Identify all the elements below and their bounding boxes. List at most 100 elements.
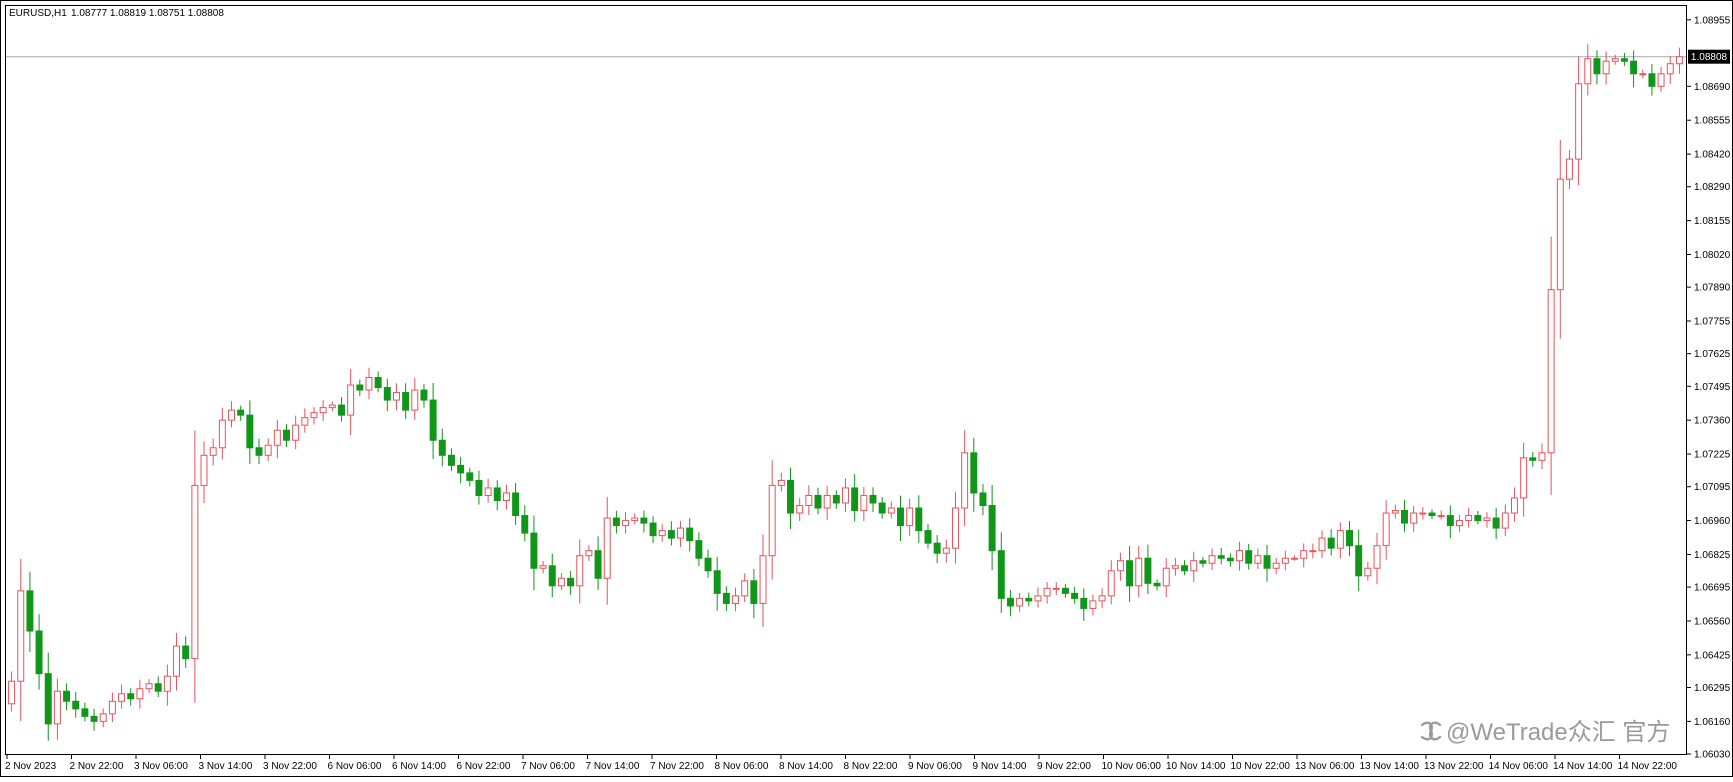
candle-body-up bbox=[1565, 158, 1573, 180]
candle-body-down bbox=[90, 715, 98, 722]
candle-body-down bbox=[548, 565, 556, 587]
candle-body-down bbox=[493, 487, 501, 501]
candle-body-up bbox=[1364, 567, 1372, 577]
time-tick-label: 3 Nov 06:00 bbox=[134, 761, 188, 772]
candle-body-up bbox=[1419, 512, 1427, 515]
candle-body-down bbox=[878, 502, 886, 514]
candle-body-up bbox=[677, 527, 685, 539]
candle-body-up bbox=[1208, 555, 1216, 564]
candle-body-up bbox=[887, 507, 895, 514]
candle-body-down bbox=[1474, 515, 1482, 522]
candle-body-up bbox=[951, 507, 959, 549]
candle-body-down bbox=[246, 414, 254, 449]
time-tick-label: 14 Nov 22:00 bbox=[1618, 761, 1678, 772]
candle-body-down bbox=[704, 557, 712, 572]
candle-body-up bbox=[1437, 515, 1445, 518]
candle-body-up bbox=[732, 595, 740, 604]
candle-body-up bbox=[502, 492, 510, 501]
candle-body-down bbox=[1630, 60, 1638, 75]
candle-body-up bbox=[328, 404, 336, 409]
time-tick-label: 9 Nov 22:00 bbox=[1037, 761, 1091, 772]
candle-body-up bbox=[310, 412, 318, 419]
price-tick-label: 1.08155 bbox=[1694, 216, 1731, 227]
candle-body-up bbox=[741, 580, 749, 597]
time-tick-label: 13 Nov 22:00 bbox=[1424, 761, 1484, 772]
candle-body-down bbox=[81, 708, 89, 717]
price-tick-label: 1.06825 bbox=[1694, 550, 1731, 561]
candle-body-down bbox=[567, 577, 575, 587]
candlestick-chart: 1.08955 1.08690 1.08555 1.08420 1.08290 1.081… bbox=[0, 0, 1733, 777]
candle-body-up bbox=[1547, 289, 1555, 454]
candle-body-down bbox=[750, 580, 758, 604]
candle-body-up bbox=[658, 530, 666, 537]
candle-body-up bbox=[411, 389, 419, 411]
candle-body-up bbox=[1052, 587, 1060, 590]
watermark-text: @WeTrade众汇 官方 bbox=[1446, 719, 1670, 746]
candle-body-down bbox=[1401, 510, 1408, 524]
time-tick-label: 9 Nov 14:00 bbox=[973, 761, 1027, 772]
candle-body-up bbox=[145, 683, 153, 690]
price-tick-label: 1.07890 bbox=[1694, 283, 1731, 294]
candle-body-up bbox=[1016, 597, 1024, 607]
price-tick-label: 1.06695 bbox=[1694, 583, 1731, 594]
price-tick-label: 1.06560 bbox=[1694, 616, 1731, 627]
chart-window: 1.08955 1.08690 1.08555 1.08420 1.08290 1.081… bbox=[0, 0, 1733, 777]
time-tick-label: 8 Nov 14:00 bbox=[779, 761, 833, 772]
candle-body-down bbox=[594, 550, 602, 579]
price-tick-label: 1.08290 bbox=[1694, 182, 1731, 193]
candle-body-up bbox=[319, 407, 327, 414]
candle-body-up bbox=[777, 479, 785, 486]
price-tick-label: 1.06295 bbox=[1694, 683, 1731, 694]
candle-body-up bbox=[1373, 545, 1381, 569]
current-price-value: 1.08808 bbox=[1691, 52, 1728, 63]
candle-body-down bbox=[713, 570, 721, 594]
candle-body-up bbox=[1584, 58, 1592, 85]
candle-body-up bbox=[1281, 557, 1289, 564]
current-price-label: 1.08808 bbox=[1688, 49, 1730, 64]
price-tick-label: 1.07225 bbox=[1694, 450, 1731, 461]
candle-body-down bbox=[1355, 545, 1363, 577]
candle-body-down bbox=[686, 527, 694, 542]
time-tick-label: 7 Nov 06:00 bbox=[521, 761, 575, 772]
time-tick-label: 8 Nov 22:00 bbox=[844, 761, 898, 772]
candle-body-up bbox=[823, 494, 831, 509]
time-tick-label: 10 Nov 06:00 bbox=[1102, 761, 1162, 772]
candle-body-down bbox=[521, 515, 529, 534]
candle-body-down bbox=[1144, 557, 1152, 584]
candle-body-down bbox=[438, 439, 446, 456]
candle-body-down bbox=[1199, 560, 1207, 564]
candle-body-up bbox=[631, 517, 639, 522]
candle-body-down bbox=[338, 404, 345, 416]
candle-body-down bbox=[466, 472, 474, 481]
watermark: @WeTrade众汇 官方 bbox=[1420, 719, 1670, 746]
time-tick-label: 10 Nov 22:00 bbox=[1231, 761, 1291, 772]
candle-body-up bbox=[622, 520, 630, 527]
candle-body-up bbox=[1272, 562, 1280, 569]
candle-body-down bbox=[897, 507, 904, 527]
candle-body-up bbox=[1254, 555, 1262, 564]
candle-body-up bbox=[1639, 73, 1647, 76]
candle-body-up bbox=[8, 680, 16, 705]
candle-body-up bbox=[53, 690, 61, 725]
candle-body-up bbox=[1510, 497, 1518, 514]
candle-body-down bbox=[1181, 565, 1189, 572]
ohlc-readout: 1.08777 1.08819 1.08751 1.08808 bbox=[71, 8, 224, 19]
candle-body-down bbox=[182, 645, 190, 660]
price-tick-label: 1.06960 bbox=[1694, 516, 1731, 527]
candle-body-up bbox=[218, 419, 226, 449]
candle-body-up bbox=[1043, 587, 1051, 597]
time-tick-label: 3 Nov 22:00 bbox=[263, 761, 317, 772]
candle-body-down bbox=[1529, 457, 1537, 461]
candle-body-up bbox=[173, 645, 181, 677]
price-tick-label: 1.08690 bbox=[1694, 82, 1731, 93]
candle-body-down bbox=[356, 384, 364, 391]
time-tick-label: 6 Nov 22:00 bbox=[457, 761, 511, 772]
candle-body-up bbox=[228, 409, 235, 421]
candle-body-down bbox=[1071, 592, 1079, 599]
candle-body-down bbox=[530, 532, 538, 569]
time-tick-label: 10 Nov 14:00 bbox=[1166, 761, 1226, 772]
candle-body-down bbox=[832, 494, 840, 504]
candle-body-up bbox=[1575, 83, 1583, 160]
candle-body-down bbox=[1263, 555, 1271, 569]
candle-body-up bbox=[1666, 63, 1674, 75]
